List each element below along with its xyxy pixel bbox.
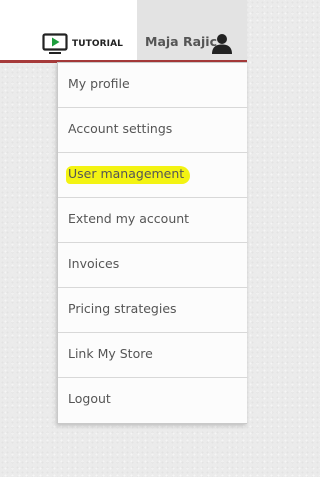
menu-item-label: Extend my account: [68, 211, 190, 226]
menu-item-label: My profile: [68, 76, 130, 91]
menu-item-logout[interactable]: Logout: [58, 378, 247, 423]
menu-item-pricing-strategies[interactable]: Pricing strategies: [58, 288, 247, 333]
user-name: Maja Rajic: [145, 34, 217, 49]
menu-item-label: Link My Store: [68, 346, 153, 361]
menu-item-account-settings[interactable]: Account settings: [58, 108, 247, 153]
tutorial-label: TUTORIAL: [72, 38, 124, 49]
tv-play-icon: [42, 33, 68, 54]
menu-item-label: Logout: [68, 391, 111, 406]
user-dropdown-menu: My profile Account settings User managem…: [57, 62, 247, 424]
user-silhouette-icon: [212, 34, 232, 54]
tutorial-button[interactable]: TUTORIAL: [42, 33, 123, 55]
menu-item-label: Pricing strategies: [68, 301, 177, 316]
user-menu-toggle[interactable]: Maja Rajic: [137, 0, 247, 60]
menu-item-my-profile[interactable]: My profile: [58, 63, 247, 108]
menu-item-extend-account[interactable]: Extend my account: [58, 198, 247, 243]
menu-item-label: Account settings: [68, 121, 173, 136]
menu-item-link-my-store[interactable]: Link My Store: [58, 333, 247, 378]
top-header-bar: TUTORIAL Maja Rajic: [0, 0, 247, 63]
menu-item-label: Invoices: [68, 256, 120, 271]
menu-item-invoices[interactable]: Invoices: [58, 243, 247, 288]
menu-item-user-management[interactable]: User management: [58, 153, 247, 198]
menu-item-label: User management: [66, 166, 191, 184]
